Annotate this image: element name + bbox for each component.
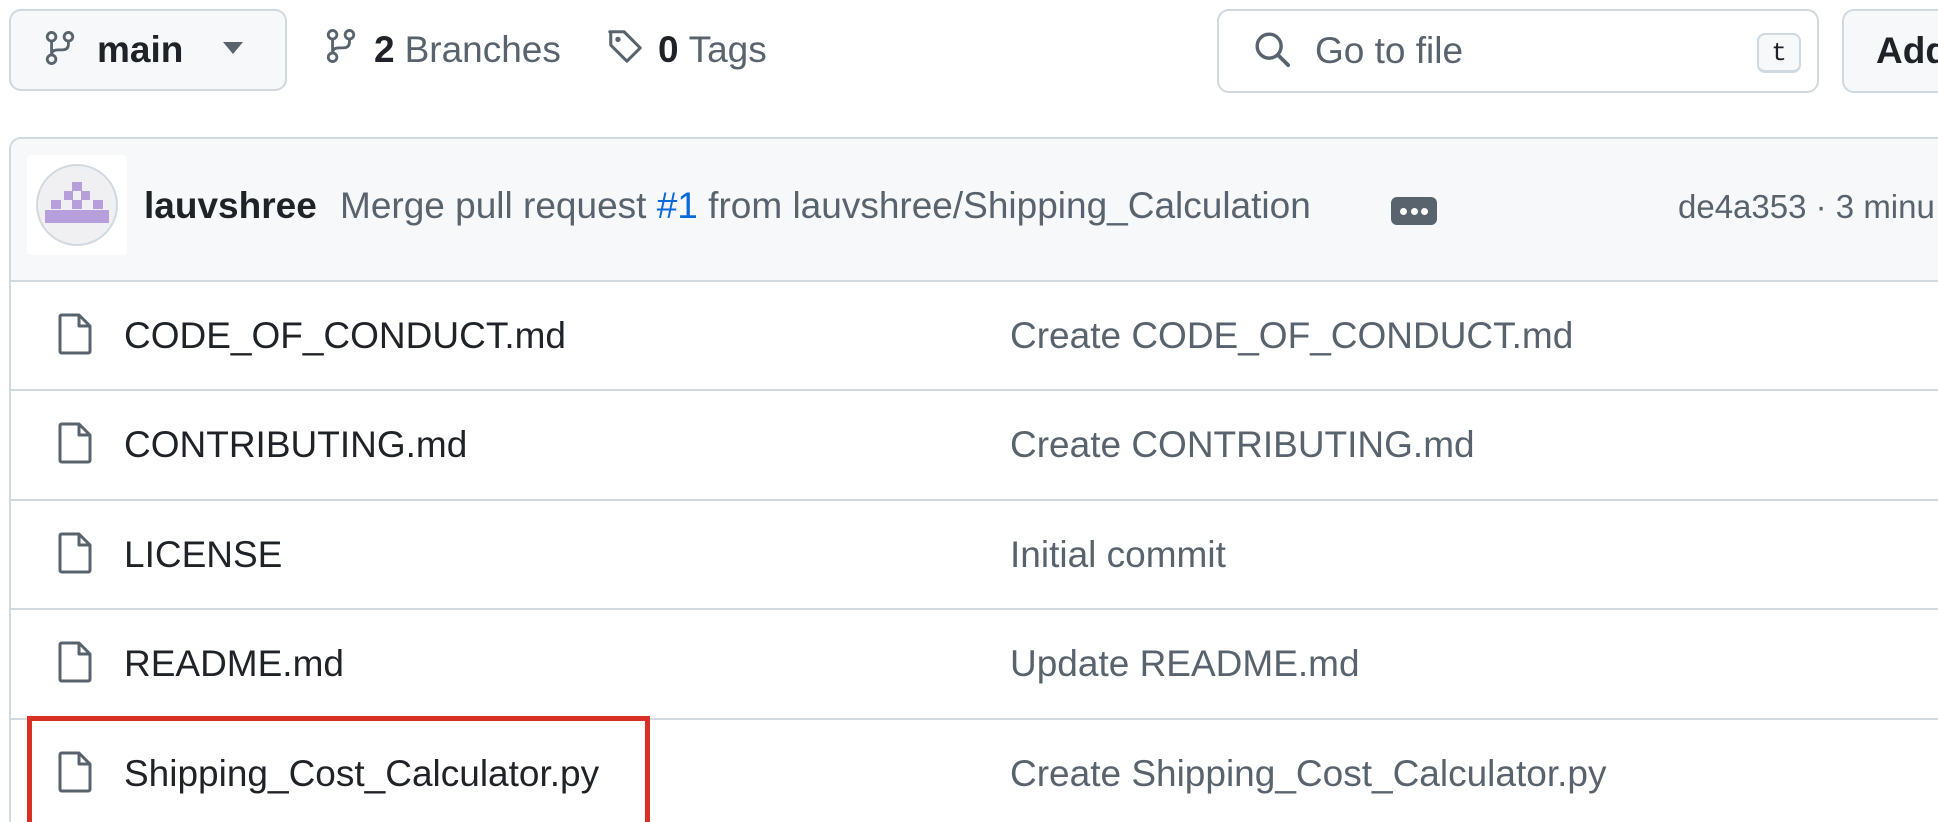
file-commit-message[interactable]: Create CONTRIBUTING.md — [1010, 424, 1475, 466]
file-table: lauvshree Merge pull request #1 from lau… — [9, 137, 1938, 822]
file-row[interactable]: Shipping_Cost_Calculator.py Create Shipp… — [11, 718, 1938, 822]
repo-code-view: main 2 Branches 0 Tags Go to file t Add … — [0, 0, 1938, 822]
file-commit-message[interactable]: Initial commit — [1010, 534, 1226, 576]
tags-count: 0 — [658, 29, 679, 70]
commit-message[interactable]: Merge pull request #1 from lauvshree/Shi… — [340, 185, 1311, 227]
go-to-file-input[interactable] — [1313, 29, 1737, 73]
tags-label: Tags — [688, 29, 767, 70]
add-file-label: Add — [1876, 30, 1938, 71]
pull-request-link[interactable]: #1 — [657, 185, 698, 226]
avatar[interactable] — [27, 155, 127, 255]
tag-icon — [606, 27, 644, 74]
ellipsis-dot-icon — [1420, 207, 1428, 215]
file-name-link[interactable]: CODE_OF_CONDUCT.md — [124, 315, 566, 357]
search-icon — [1253, 30, 1291, 73]
file-row[interactable]: LICENSE Initial commit — [11, 499, 1938, 608]
latest-commit-bar: lauvshree Merge pull request #1 from lau… — [11, 139, 1938, 282]
ellipsis-dot-icon — [1410, 207, 1418, 215]
file-commit-message[interactable]: Update README.md — [1010, 643, 1360, 685]
file-icon — [58, 532, 92, 579]
commit-message-prefix: Merge pull request — [340, 185, 657, 226]
tags-link[interactable]: 0 Tags — [606, 9, 767, 91]
go-to-file-search[interactable]: t — [1217, 9, 1819, 93]
chevron-down-icon — [223, 41, 244, 59]
file-row[interactable]: CONTRIBUTING.md Create CONTRIBUTING.md — [11, 389, 1938, 498]
add-file-button[interactable]: Add — [1842, 9, 1938, 93]
file-icon — [58, 641, 92, 688]
file-icon — [58, 313, 92, 360]
branches-link[interactable]: 2 Branches — [326, 9, 561, 91]
file-name-link[interactable]: README.md — [124, 643, 344, 685]
ellipsis-dot-icon — [1400, 207, 1408, 215]
git-branch-icon — [326, 28, 356, 73]
file-name-link[interactable]: CONTRIBUTING.md — [124, 424, 467, 466]
commit-message-suffix: from lauvshree/Shipping_Calculation — [697, 185, 1311, 226]
file-icon — [58, 751, 92, 798]
branches-label: Branches — [404, 29, 561, 70]
git-branch-icon — [45, 30, 75, 71]
expand-commit-message-button[interactable] — [1391, 197, 1437, 225]
keyboard-shortcut-hint: t — [1757, 33, 1801, 73]
file-row[interactable]: CODE_OF_CONDUCT.md Create CODE_OF_CONDUC… — [11, 280, 1938, 389]
branch-selector-button[interactable]: main — [9, 9, 287, 91]
file-name-link[interactable]: LICENSE — [124, 534, 282, 576]
file-name-link[interactable]: Shipping_Cost_Calculator.py — [124, 753, 599, 795]
commit-hash-and-time[interactable]: de4a353 · 3 minu — [1678, 188, 1935, 226]
file-row[interactable]: README.md Update README.md — [11, 608, 1938, 717]
commit-author[interactable]: lauvshree — [144, 185, 317, 227]
file-commit-message[interactable]: Create CODE_OF_CONDUCT.md — [1010, 315, 1573, 357]
file-commit-message[interactable]: Create Shipping_Cost_Calculator.py — [1010, 753, 1606, 795]
file-icon — [58, 422, 92, 469]
branch-name: main — [97, 29, 184, 70]
branches-count: 2 — [374, 29, 395, 70]
